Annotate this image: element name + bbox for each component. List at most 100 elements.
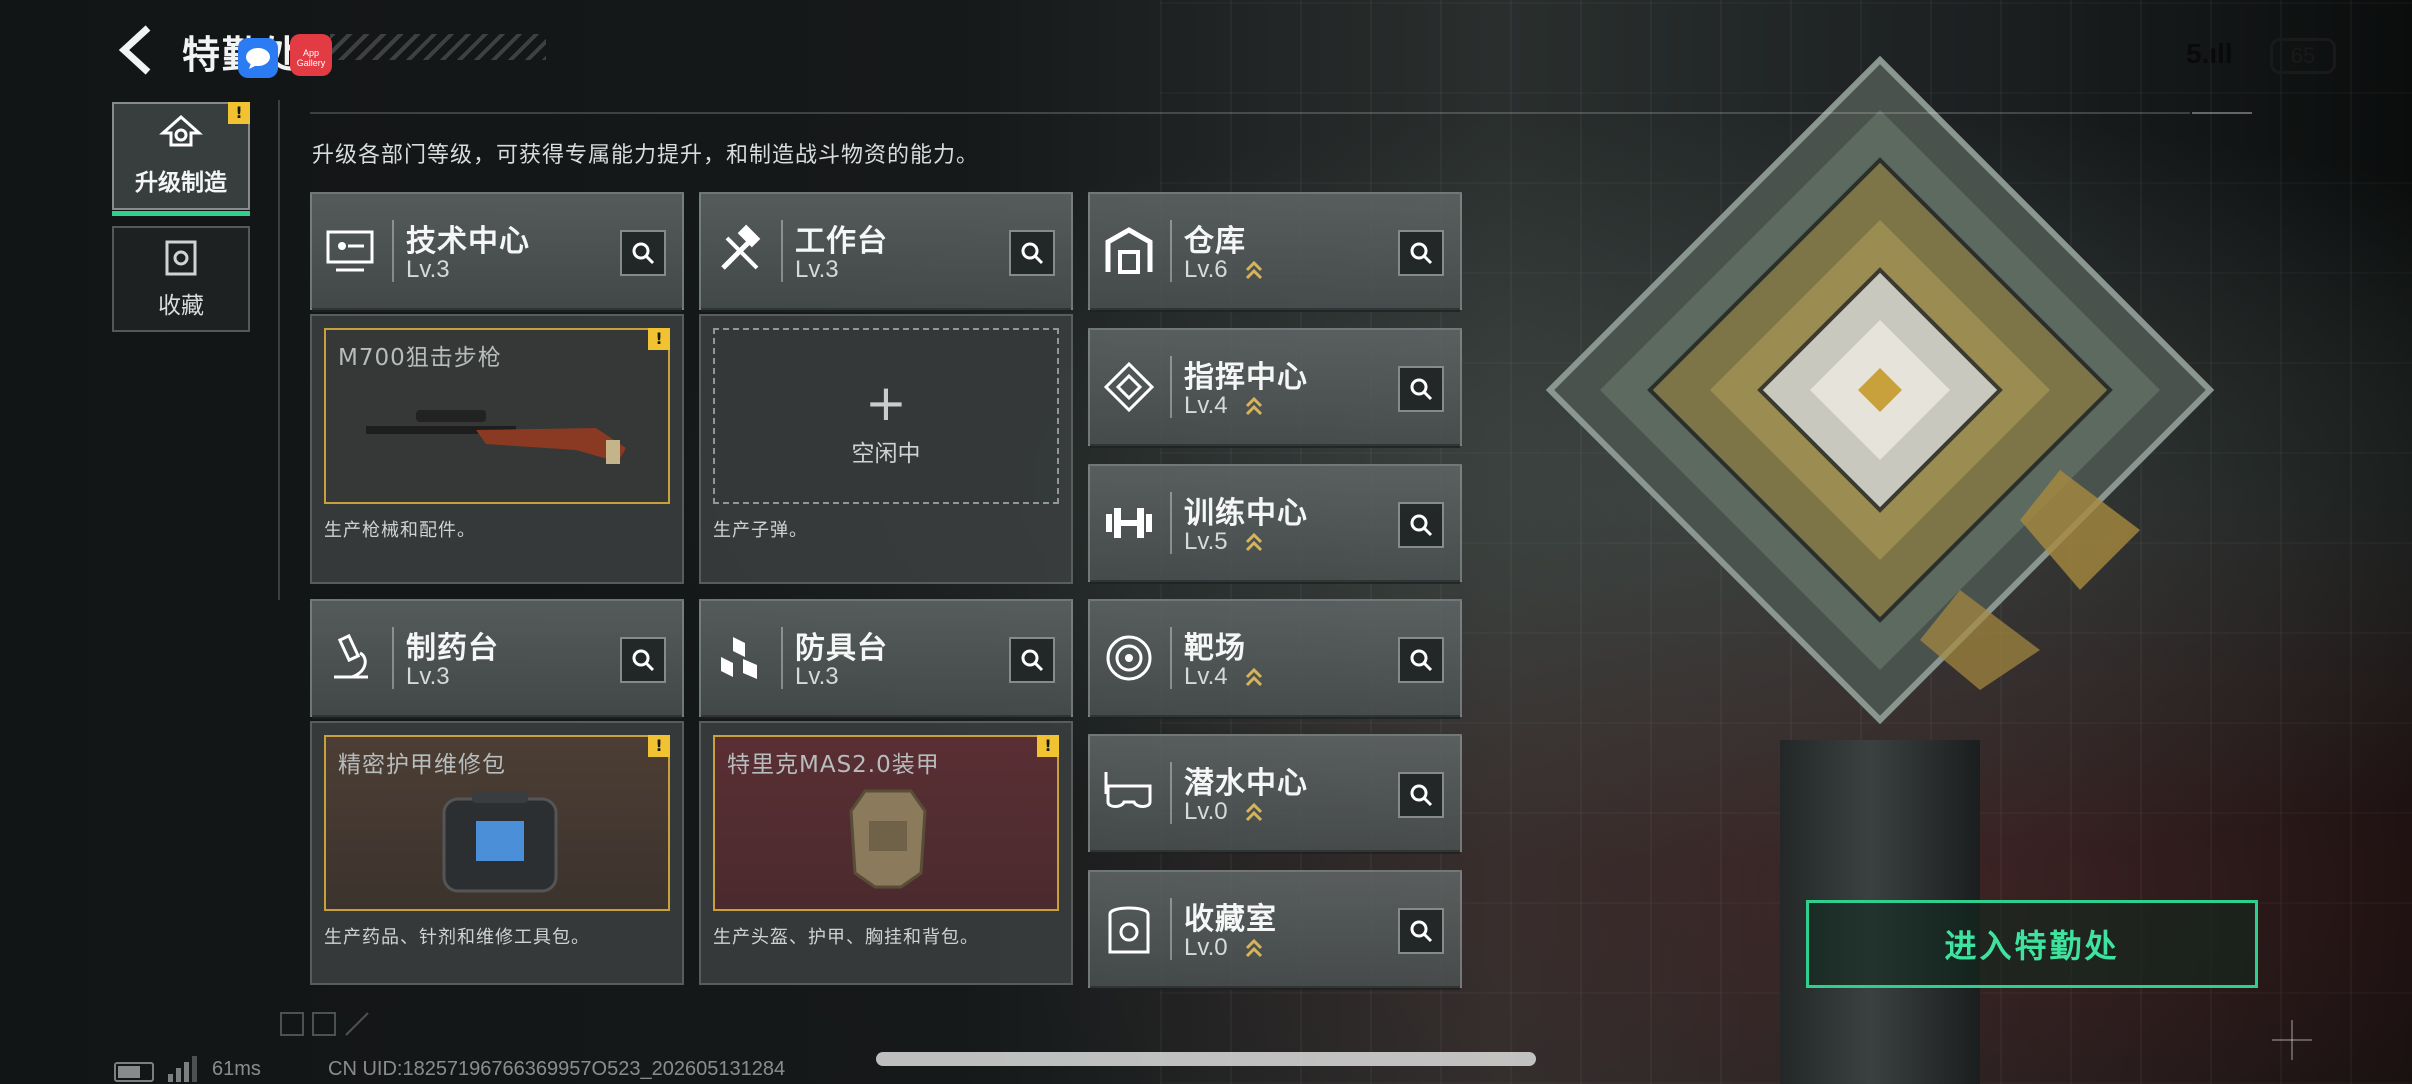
tab-alert-badge: ! <box>228 102 250 124</box>
magnifier-icon <box>1021 242 1044 265</box>
facility-level: Lv.4 <box>1184 392 1228 419</box>
microscope-icon <box>334 633 368 679</box>
card-divider <box>1170 220 1172 282</box>
production-slot[interactable]: 精密护甲维修包 ! <box>324 735 670 911</box>
inspect-button[interactable] <box>620 230 666 276</box>
production-description: 生产药品、针剂和维修工具包。 <box>324 927 590 948</box>
inspect-button[interactable] <box>1398 230 1444 276</box>
production-description: 生产头盔、护甲、胸挂和背包。 <box>713 927 979 948</box>
facility-level: Lv.3 <box>795 663 839 690</box>
card-divider <box>392 220 394 282</box>
dumbbell-icon <box>1106 508 1152 538</box>
facility-card-shooting-range[interactable]: 靶场 Lv.4 <box>1088 599 1462 719</box>
target-icon <box>1106 635 1152 681</box>
enter-button-label: 进入特勤处 <box>1944 927 2120 965</box>
user-uid: CN UID:18257196766369957O523_20260513128… <box>328 1058 786 1080</box>
facility-name: 潜水中心 <box>1184 766 1308 801</box>
upgrade-chevron-icon <box>1245 938 1263 958</box>
rail-divider <box>278 100 280 600</box>
inspect-button[interactable] <box>1398 908 1444 954</box>
production-slot[interactable]: 特里克MAS2.0装甲 ! <box>713 735 1059 911</box>
facility-level: Lv.3 <box>406 256 450 283</box>
production-slot[interactable]: M700狙击步枪 ! <box>324 328 670 504</box>
facility-level: Lv.3 <box>795 256 839 283</box>
production-panel-pharmacy: 精密护甲维修包 ! 生产药品、针剂和维修工具包。 <box>310 721 684 985</box>
top-bar: 特勤处 App Gallery 5.ıll 65 <box>0 0 2412 110</box>
magnifier-icon <box>1410 649 1433 672</box>
armor-vest-image <box>849 789 927 889</box>
sniper-rifle-image <box>366 410 626 464</box>
production-panel-workbench: + 空闲中 生产子弹。 <box>699 314 1073 584</box>
facility-card-warehouse[interactable]: 仓库 Lv.6 <box>1088 192 1462 312</box>
rotating-cube-art <box>1545 55 2215 725</box>
battery-indicator: 65 <box>2270 38 2336 74</box>
computer-icon <box>326 230 374 272</box>
device-battery-icon <box>114 1062 154 1082</box>
magnifier-icon <box>632 242 655 265</box>
back-arrow-icon[interactable] <box>112 22 162 78</box>
inspect-button[interactable] <box>1009 637 1055 683</box>
app-gallery-badge[interactable]: App Gallery <box>290 34 332 76</box>
production-item-name: M700狙击步枪 <box>338 345 502 371</box>
slot-alert-badge: ! <box>648 735 670 757</box>
card-divider <box>1170 898 1172 960</box>
card-divider <box>781 627 783 689</box>
card-divider <box>781 220 783 282</box>
facility-card-tech-center[interactable]: 技术中心 Lv.3 <box>310 192 684 312</box>
production-description: 生产子弹。 <box>713 520 808 541</box>
network-bars-icon <box>168 1056 197 1082</box>
inspect-button[interactable] <box>1398 772 1444 818</box>
slot-alert-badge: ! <box>1037 735 1059 757</box>
production-item-name: 特里克MAS2.0装甲 <box>727 752 940 778</box>
inspect-button[interactable] <box>1009 230 1055 276</box>
facility-level: Lv.3 <box>406 663 450 690</box>
card-divider <box>1170 762 1172 824</box>
home-indicator-bar[interactable] <box>876 1052 1536 1066</box>
corner-crosshair-decoration <box>2272 1020 2312 1060</box>
magnifier-icon <box>1410 378 1433 401</box>
command-diamond-icon <box>1103 361 1155 413</box>
card-divider <box>1170 356 1172 418</box>
chat-bubble-icon[interactable] <box>238 38 278 78</box>
facility-name: 技术中心 <box>406 224 530 259</box>
inspect-button[interactable] <box>1398 502 1444 548</box>
inspect-button[interactable] <box>1398 366 1444 412</box>
facility-name: 防具台 <box>795 631 888 666</box>
facility-card-command-center[interactable]: 指挥中心 Lv.4 <box>1088 328 1462 448</box>
footer-slash-decoration <box>280 1012 369 1036</box>
production-slot-empty[interactable]: + 空闲中 <box>713 328 1059 504</box>
enter-special-service-button[interactable]: 进入特勤处 <box>1806 900 2258 988</box>
facility-card-armor-bench[interactable]: 防具台 Lv.3 <box>699 599 1073 719</box>
inspect-button[interactable] <box>620 637 666 683</box>
tab-collection[interactable]: 收藏 <box>112 226 250 332</box>
upgrade-chevron-icon <box>1245 532 1263 552</box>
top-divider <box>310 112 2190 114</box>
magnifier-icon <box>1410 514 1433 537</box>
production-panel-armor-bench: 特里克MAS2.0装甲 ! 生产头盔、护甲、胸挂和背包。 <box>699 721 1073 985</box>
hammer-wrench-icon <box>721 224 761 270</box>
card-divider <box>392 627 394 689</box>
facility-card-workbench[interactable]: 工作台 Lv.3 <box>699 192 1073 312</box>
facility-card-pharmacy[interactable]: 制药台 Lv.3 <box>310 599 684 719</box>
facility-level: Lv.4 <box>1184 663 1228 690</box>
upgrade-chevron-icon <box>1245 802 1263 822</box>
inspect-button[interactable] <box>1398 637 1444 683</box>
facility-card-diving-center[interactable]: 潜水中心 Lv.0 <box>1088 734 1462 854</box>
repair-kit-image <box>442 791 558 893</box>
facility-name: 靶场 <box>1184 631 1246 666</box>
facility-card-training-center[interactable]: 训练中心 Lv.5 <box>1088 464 1462 584</box>
armor-plates-icon <box>721 637 757 679</box>
warehouse-icon <box>1105 227 1153 274</box>
production-item-name: 精密护甲维修包 <box>338 752 506 778</box>
facility-name: 指挥中心 <box>1184 360 1308 395</box>
page-description: 升级各部门等级，可获得专属能力提升，和制造战斗物资的能力。 <box>312 143 980 168</box>
facility-name: 仓库 <box>1184 224 1246 259</box>
signal-indicator: 5.ıll <box>2186 38 2233 69</box>
trophy-box-icon <box>1108 906 1150 954</box>
upgrade-chevron-icon <box>1245 667 1263 687</box>
title-stripes-decoration <box>330 34 546 60</box>
tab-collection-label: 收藏 <box>158 293 204 319</box>
trophy-box-icon <box>165 240 197 276</box>
production-panel-tech-center: M700狙击步枪 ! 生产枪械和配件。 <box>310 314 684 584</box>
facility-card-collection-room[interactable]: 收藏室 Lv.0 <box>1088 870 1462 990</box>
